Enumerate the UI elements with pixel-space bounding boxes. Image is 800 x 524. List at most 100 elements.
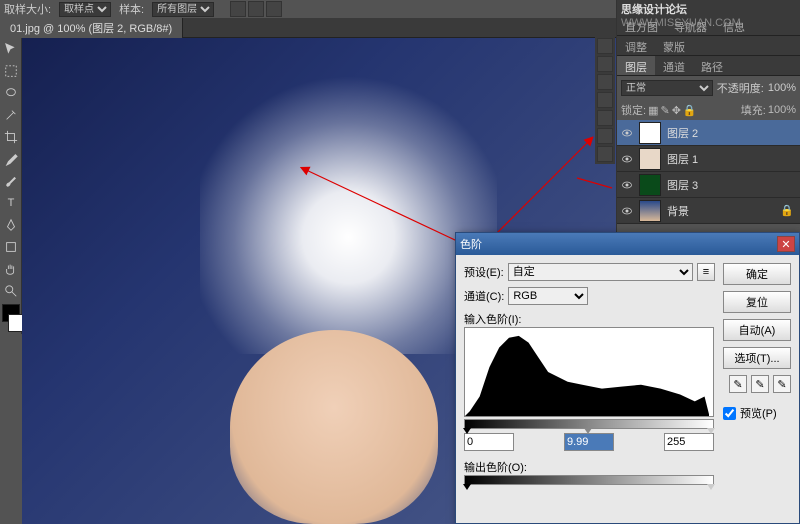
brush-tool-icon[interactable] [1, 171, 21, 191]
shape-tool-icon[interactable] [1, 237, 21, 257]
output-slider[interactable] [464, 475, 714, 485]
lock-transparent-icon[interactable]: ▦ [648, 104, 658, 117]
tab-histogram[interactable]: 直方图 [617, 16, 666, 35]
preview-label: 预览(P) [740, 405, 777, 421]
move-tool-icon[interactable] [1, 39, 21, 59]
eyedropper-tool-icon[interactable] [1, 149, 21, 169]
fill-value[interactable]: 100% [768, 104, 796, 116]
white-eyedropper-icon[interactable]: ✎ [773, 375, 791, 393]
input-slider[interactable] [464, 419, 714, 429]
black-input[interactable] [464, 433, 514, 451]
eyedropper-group: ✎ ✎ ✎ [723, 375, 791, 393]
panel-icon[interactable] [597, 74, 613, 90]
visibility-icon[interactable] [619, 177, 635, 193]
sample-size-label: 取样大小: [4, 1, 51, 17]
histogram [464, 327, 714, 417]
white-input[interactable] [664, 433, 714, 451]
hand-tool-icon[interactable] [1, 259, 21, 279]
preview-checkbox[interactable] [723, 407, 736, 420]
white-point-handle[interactable] [707, 428, 715, 434]
close-icon[interactable]: ✕ [777, 236, 795, 252]
panel-icon[interactable] [597, 110, 613, 126]
output-black-handle[interactable] [463, 484, 471, 490]
layer-item[interactable]: 图层 2 [617, 120, 800, 146]
gamma-handle[interactable] [584, 428, 592, 434]
type-tool-icon[interactable]: T [1, 193, 21, 213]
channel-select[interactable]: RGB [508, 287, 588, 305]
layer-thumb [639, 122, 661, 144]
option-icon[interactable] [248, 1, 264, 17]
output-white-handle[interactable] [707, 484, 715, 490]
ok-button[interactable]: 确定 [723, 263, 791, 285]
lock-position-icon[interactable]: ✥ [672, 104, 681, 117]
panel-icon[interactable] [597, 56, 613, 72]
layer-item[interactable]: 背景 🔒 [617, 198, 800, 224]
gamma-input[interactable] [564, 433, 614, 451]
preset-label: 预设(E): [464, 264, 504, 280]
sample-label: 样本: [119, 1, 144, 17]
lock-pixels-icon[interactable]: ✎ [660, 104, 669, 117]
black-point-handle[interactable] [463, 428, 471, 434]
sample-select[interactable]: 所有图层 [152, 2, 214, 17]
levels-dialog: 色阶 ✕ 预设(E): 自定 ≡ 通道(C): RGB 输入色阶(I): [455, 232, 800, 524]
tab-channels[interactable]: 通道 [655, 56, 693, 75]
watermark: 思缘设计论坛 WWW.MISSYUAN.COM [617, 0, 800, 16]
gray-eyedropper-icon[interactable]: ✎ [751, 375, 769, 393]
fill-label: 填充: [741, 102, 766, 118]
lock-label: 锁定: [621, 102, 646, 118]
panel-icon[interactable] [597, 146, 613, 162]
opacity-value[interactable]: 100% [768, 82, 796, 94]
auto-button[interactable]: 自动(A) [723, 319, 791, 341]
layer-name: 图层 1 [667, 151, 698, 167]
layer-item[interactable]: 图层 3 [617, 172, 800, 198]
blend-mode-select[interactable]: 正常 [621, 80, 713, 96]
adjust-panel-tabs: 调整 蒙版 [617, 36, 800, 56]
layer-thumb [639, 174, 661, 196]
visibility-icon[interactable] [619, 203, 635, 219]
wand-tool-icon[interactable] [1, 105, 21, 125]
output-levels-label: 输出色阶(O): [464, 462, 527, 474]
panel-icon[interactable] [597, 92, 613, 108]
tab-navigator[interactable]: 导航器 [666, 16, 715, 35]
sample-size-select[interactable]: 取样点 [59, 2, 111, 17]
layer-name: 背景 [667, 203, 689, 219]
collapsed-panel-icons [595, 36, 615, 164]
right-panels: 思缘设计论坛 WWW.MISSYUAN.COM 直方图 导航器 信息 调整 蒙版… [616, 0, 800, 262]
panel-icon[interactable] [597, 128, 613, 144]
preset-menu-icon[interactable]: ≡ [697, 263, 715, 281]
blend-row: 正常 不透明度: 100% [617, 76, 800, 100]
option-icon[interactable] [230, 1, 246, 17]
input-levels-label: 输入色阶(I): [464, 314, 521, 326]
layer-panel-tabs: 图层 通道 路径 [617, 56, 800, 76]
document-tab[interactable]: 01.jpg @ 100% (图层 2, RGB/8#) [0, 18, 183, 38]
black-eyedropper-icon[interactable]: ✎ [729, 375, 747, 393]
preset-select[interactable]: 自定 [508, 263, 693, 281]
tab-adjustments[interactable]: 调整 [617, 36, 655, 55]
lasso-tool-icon[interactable] [1, 83, 21, 103]
cancel-button[interactable]: 复位 [723, 291, 791, 313]
dialog-titlebar[interactable]: 色阶 ✕ [456, 233, 799, 255]
panel-icon[interactable] [597, 38, 613, 54]
visibility-icon[interactable] [619, 125, 635, 141]
layer-thumb [639, 200, 661, 222]
channel-label: 通道(C): [464, 288, 504, 304]
marquee-tool-icon[interactable] [1, 61, 21, 81]
zoom-tool-icon[interactable] [1, 281, 21, 301]
tab-masks[interactable]: 蒙版 [655, 36, 693, 55]
tab-paths[interactable]: 路径 [693, 56, 731, 75]
layer-name: 图层 2 [667, 125, 698, 141]
crop-tool-icon[interactable] [1, 127, 21, 147]
pen-tool-icon[interactable] [1, 215, 21, 235]
option-icon[interactable] [266, 1, 282, 17]
opacity-label: 不透明度: [717, 80, 764, 96]
options-button[interactable]: 选项(T)... [723, 347, 791, 369]
layer-item[interactable]: 图层 1 [617, 146, 800, 172]
lock-row: 锁定: ▦ ✎ ✥ 🔒 填充: 100% [617, 100, 800, 120]
dialog-title-text: 色阶 [460, 236, 482, 252]
lock-all-icon[interactable]: 🔒 [683, 104, 697, 117]
layer-thumb [639, 148, 661, 170]
visibility-icon[interactable] [619, 151, 635, 167]
layer-name: 图层 3 [667, 177, 698, 193]
tab-info[interactable]: 信息 [715, 16, 753, 35]
tab-layers[interactable]: 图层 [617, 56, 655, 75]
